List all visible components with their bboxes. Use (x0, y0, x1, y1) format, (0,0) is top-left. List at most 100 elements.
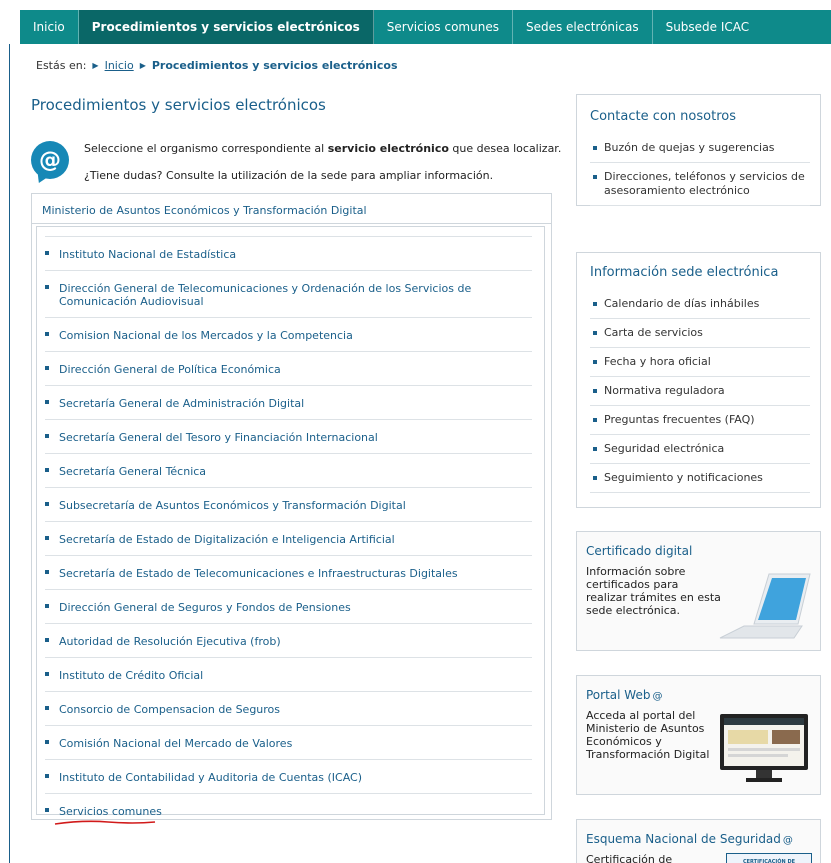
certificate-title: Certificado digital (586, 544, 693, 558)
nav-procedimientos[interactable]: Procedimientos y servicios electrónicos (78, 10, 374, 44)
organism-item[interactable]: Secretaría de Estado de Telecomunicacion… (45, 556, 532, 590)
bullet-icon (593, 389, 597, 393)
page-title: Procedimientos y servicios electrónicos (31, 96, 326, 114)
info-panel: Información sede electrónica Calendario … (576, 252, 821, 508)
organism-item[interactable]: Autoridad de Resolución Ejecutiva (frob) (45, 624, 532, 658)
bullet-icon (45, 604, 49, 608)
intro-text: Seleccione el organismo correspondiente … (84, 142, 561, 155)
breadcrumb: Estás en: ▶ Inicio ▶ Procedimientos y se… (36, 59, 398, 72)
organism-link[interactable]: Dirección General de Telecomunicaciones … (51, 282, 532, 308)
organism-item[interactable]: Consorcio de Compensacion de Seguros (45, 692, 532, 726)
contact-item-label: Buzón de quejas y sugerencias (604, 141, 775, 154)
info-item[interactable]: Preguntas frecuentes (FAQ) (590, 406, 810, 435)
info-item-label: Seguridad electrónica (604, 442, 725, 455)
chevron-right-icon: ▶ (139, 61, 146, 70)
organism-item[interactable]: Secretaría General Técnica (45, 454, 532, 488)
bullet-icon (593, 360, 597, 364)
organism-link[interactable]: Instituto Nacional de Estadística (51, 248, 532, 261)
organism-link[interactable]: Instituto de Crédito Oficial (51, 669, 532, 682)
info-item[interactable]: Carta de servicios (590, 319, 810, 348)
ens-title-label: Esquema Nacional de Seguridad (586, 832, 781, 846)
certificate-panel[interactable]: Certificado digital Información sobre ce… (576, 531, 821, 651)
bullet-icon (593, 418, 597, 422)
organism-link[interactable]: Autoridad de Resolución Ejecutiva (frob) (51, 635, 532, 648)
contact-title: Contacte con nosotros (590, 109, 736, 124)
ministry-panel: Ministerio de Asuntos Económicos y Trans… (31, 193, 552, 825)
bullet-icon (45, 740, 49, 744)
organism-link[interactable]: Secretaría de Estado de Telecomunicacion… (51, 567, 532, 580)
organism-item[interactable]: Secretaría de Estado de Digitalización e… (45, 522, 532, 556)
bullet-icon (593, 175, 597, 179)
intro-text-before: Seleccione el organismo correspondiente … (84, 142, 328, 155)
at-sign-icon: @ (31, 141, 69, 179)
organism-item[interactable]: Servicios comunes (45, 794, 532, 827)
organism-link[interactable]: Secretaría General de Administración Dig… (51, 397, 532, 410)
nav-inicio[interactable]: Inicio (20, 10, 79, 44)
info-item-label: Preguntas frecuentes (FAQ) (604, 413, 755, 426)
info-item-label: Carta de servicios (604, 326, 703, 339)
info-item[interactable]: Fecha y hora oficial (590, 348, 810, 377)
organism-item[interactable]: Instituto de Contabilidad y Auditoria de… (45, 760, 532, 794)
bullet-icon (45, 536, 49, 540)
organism-link[interactable]: Servicios comunes (51, 805, 532, 818)
organism-link[interactable]: Secretaría General Técnica (51, 465, 532, 478)
top-navigation: Inicio Procedimientos y servicios electr… (0, 0, 831, 44)
portal-panel[interactable]: Portal Web @ Acceda al portal del Ministe… (576, 675, 821, 795)
organism-link[interactable]: Instituto de Contabilidad y Auditoria de… (51, 771, 532, 784)
organism-link[interactable]: Subsecretaría de Asuntos Económicos y Tr… (51, 499, 532, 512)
intro-help-text: ¿Tiene dudas? Consulte la utilización de… (84, 169, 494, 182)
organism-item[interactable]: Instituto de Crédito Oficial (45, 658, 532, 692)
bullet-icon (45, 638, 49, 642)
laptop-icon (719, 573, 811, 639)
organism-item[interactable]: Dirección General de Política Económica (45, 352, 532, 386)
info-item[interactable]: Seguimiento y notificaciones (590, 464, 810, 493)
nav-servicios-comunes[interactable]: Servicios comunes (374, 10, 513, 44)
breadcrumb-home-link[interactable]: Inicio (105, 59, 134, 72)
monitor-icon (720, 714, 808, 782)
bullet-icon (45, 366, 49, 370)
nav-subsede-icac[interactable]: Subsede ICAC (653, 10, 763, 44)
breadcrumb-prefix: Estás en: (36, 59, 87, 72)
organism-item[interactable]: Dirección General de Seguros y Fondos de… (45, 590, 532, 624)
ministry-selector[interactable]: Ministerio de Asuntos Económicos y Trans… (32, 194, 551, 224)
certification-badge: CERTIFICACIÓN DE (726, 853, 812, 863)
bullet-icon (45, 251, 49, 255)
organism-link[interactable]: Comisión Nacional del Mercado de Valores (51, 737, 532, 750)
organism-list-panel: Instituto Nacional de Estadística Direcci… (36, 226, 545, 825)
info-item[interactable]: Seguridad electrónica (590, 435, 810, 464)
external-link-icon: @ (652, 691, 663, 702)
organism-item[interactable]: Dirección General de Telecomunicaciones … (45, 271, 532, 318)
top-navigation-bar: Inicio Procedimientos y servicios electr… (20, 10, 831, 44)
organism-item[interactable]: Secretaría General del Tesoro y Financia… (45, 420, 532, 454)
info-title: Información sede electrónica (590, 265, 779, 280)
contact-item-label: Direcciones, teléfonos y servicios de as… (604, 170, 805, 197)
contact-item[interactable]: Buzón de quejas y sugerencias (590, 134, 810, 163)
chevron-right-icon: ▶ (92, 61, 99, 70)
bullet-icon (45, 502, 49, 506)
organism-item[interactable]: Comisión Nacional del Mercado de Valores (45, 726, 532, 760)
organism-link[interactable]: Secretaría General del Tesoro y Financia… (51, 431, 532, 444)
organism-link[interactable]: Comision Nacional de los Mercados y la C… (51, 329, 532, 342)
organism-link[interactable]: Dirección General de Seguros y Fondos de… (51, 601, 532, 614)
breadcrumb-current: Procedimientos y servicios electrónicos (151, 59, 398, 72)
organism-item[interactable]: Comision Nacional de los Mercados y la C… (45, 318, 532, 352)
contact-panel: Contacte con nosotros Buzón de quejas y … (576, 94, 821, 206)
nav-sedes-electronicas[interactable]: Sedes electrónicas (513, 10, 653, 44)
info-item[interactable]: Normativa reguladora (590, 377, 810, 406)
info-item-label: Normativa reguladora (604, 384, 725, 397)
info-item-label: Seguimiento y notificaciones (604, 471, 763, 484)
info-item-label: Fecha y hora oficial (604, 355, 711, 368)
organism-item[interactable]: Instituto Nacional de Estadística (45, 237, 532, 271)
bullet-icon (593, 476, 597, 480)
organism-link[interactable]: Secretaría de Estado de Digitalización e… (51, 533, 532, 546)
red-underline-annotation (54, 820, 156, 825)
ens-panel[interactable]: Esquema Nacional de Seguridad @ Certifica… (576, 819, 821, 863)
organism-item[interactable]: Subsecretaría de Asuntos Económicos y Tr… (45, 488, 532, 522)
organism-link[interactable]: Dirección General de Política Económica (51, 363, 532, 376)
info-item[interactable]: Calendario de días inhábiles (590, 290, 810, 319)
organism-link[interactable]: Consorcio de Compensacion de Seguros (51, 703, 532, 716)
bullet-icon (45, 774, 49, 778)
organism-item[interactable]: Secretaría General de Administración Dig… (45, 386, 532, 420)
contact-item[interactable]: Direcciones, teléfonos y servicios de as… (590, 163, 810, 206)
info-item-label: Calendario de días inhábiles (604, 297, 760, 310)
